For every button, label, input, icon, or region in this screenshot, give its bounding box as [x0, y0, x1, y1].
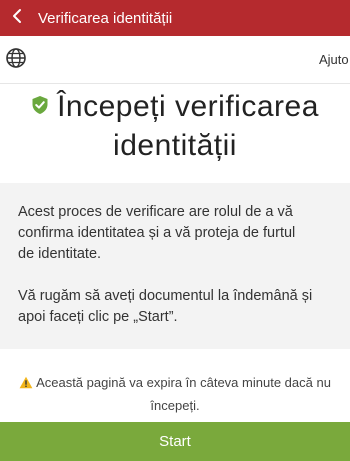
info-card: Acest proces de verificare are rolul de …: [0, 183, 350, 349]
page-title-line2: identității: [113, 128, 237, 162]
info-paragraph-2-line-2: apoi faceți clic pe „Start”.: [18, 309, 178, 325]
info-paragraph-1-line-3: de identitate.: [18, 246, 102, 262]
shield-check-icon: [31, 87, 49, 124]
start-button[interactable]: Start: [0, 422, 350, 461]
top-bar: Ajuto: [0, 36, 350, 84]
page-title: Începeți verificarea identității: [0, 88, 350, 164]
info-paragraph-1-line-1: Acest proces de verificare are rolul de …: [18, 204, 293, 220]
back-button[interactable]: [4, 0, 30, 36]
info-paragraph-1-line-2: confirma identitatea și a vă proteja de …: [18, 225, 296, 241]
divider: [0, 83, 350, 84]
help-link[interactable]: Ajuto: [319, 52, 349, 67]
app-bar-title: Verificarea identității: [38, 9, 173, 27]
expiry-warning-line-1: Această pagină va expira în câteva minut…: [36, 375, 331, 390]
info-paragraph-2-line-1: Vă rugăm să aveți documentul la îndemână…: [18, 288, 313, 304]
info-paragraph-1: Acest proces de verificare are rolul de …: [18, 202, 338, 265]
expiry-warning-line-2: începeți.: [150, 398, 200, 413]
info-paragraph-2: Vă rugăm să aveți documentul la îndemână…: [18, 286, 338, 328]
app-bar: Verificarea identității: [0, 0, 350, 36]
expiry-warning: Această pagină va expira în câteva minut…: [0, 372, 350, 416]
globe-icon: [5, 47, 27, 74]
chevron-left-icon: [11, 8, 23, 29]
language-button[interactable]: [4, 47, 28, 74]
page-title-line1: Începeți verificarea: [57, 90, 319, 123]
warning-icon: [19, 374, 33, 395]
